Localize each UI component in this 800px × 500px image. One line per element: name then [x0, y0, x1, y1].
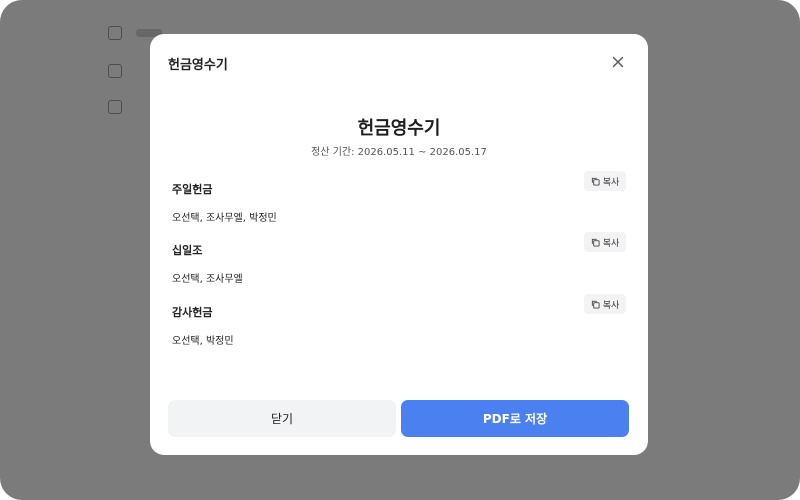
copy-button-label: 복사 [602, 177, 620, 188]
settlement-period: 정산 기간: 2026.05.11 ~ 2026.05.17 [311, 147, 487, 158]
app-window: 헌금영수기 헌금영수기 정산 기간: 2026.05.11 ~ 2026.05.… [0, 0, 800, 500]
save-pdf-button[interactable]: PDF로 저장 [401, 400, 629, 437]
section-members: 오선택, 조사무엘, 박정민 [172, 213, 277, 224]
section-members: 오선택, 박정민 [172, 336, 234, 347]
section-name: 주일헌금 [172, 183, 213, 196]
copy-icon [591, 177, 600, 186]
copy-icon [591, 300, 600, 309]
copy-button[interactable]: 복사 [584, 294, 626, 314]
modal-header-title: 헌금영수기 [168, 58, 228, 73]
section-name: 감사헌금 [172, 306, 213, 319]
section-members: 오선택, 조사무엘 [172, 274, 243, 285]
copy-icon [591, 238, 600, 247]
close-icon [612, 56, 624, 68]
close-button[interactable] [610, 54, 626, 70]
section-name: 십일조 [172, 244, 203, 257]
close-dialog-button[interactable]: 닫기 [168, 400, 396, 437]
receipt-modal: 헌금영수기 헌금영수기 정산 기간: 2026.05.11 ~ 2026.05.… [150, 34, 648, 455]
copy-button-label: 복사 [602, 300, 620, 311]
copy-button-label: 복사 [602, 238, 620, 249]
copy-button[interactable]: 복사 [584, 171, 626, 191]
copy-button[interactable]: 복사 [584, 232, 626, 252]
receipt-title: 헌금영수기 [357, 118, 441, 139]
